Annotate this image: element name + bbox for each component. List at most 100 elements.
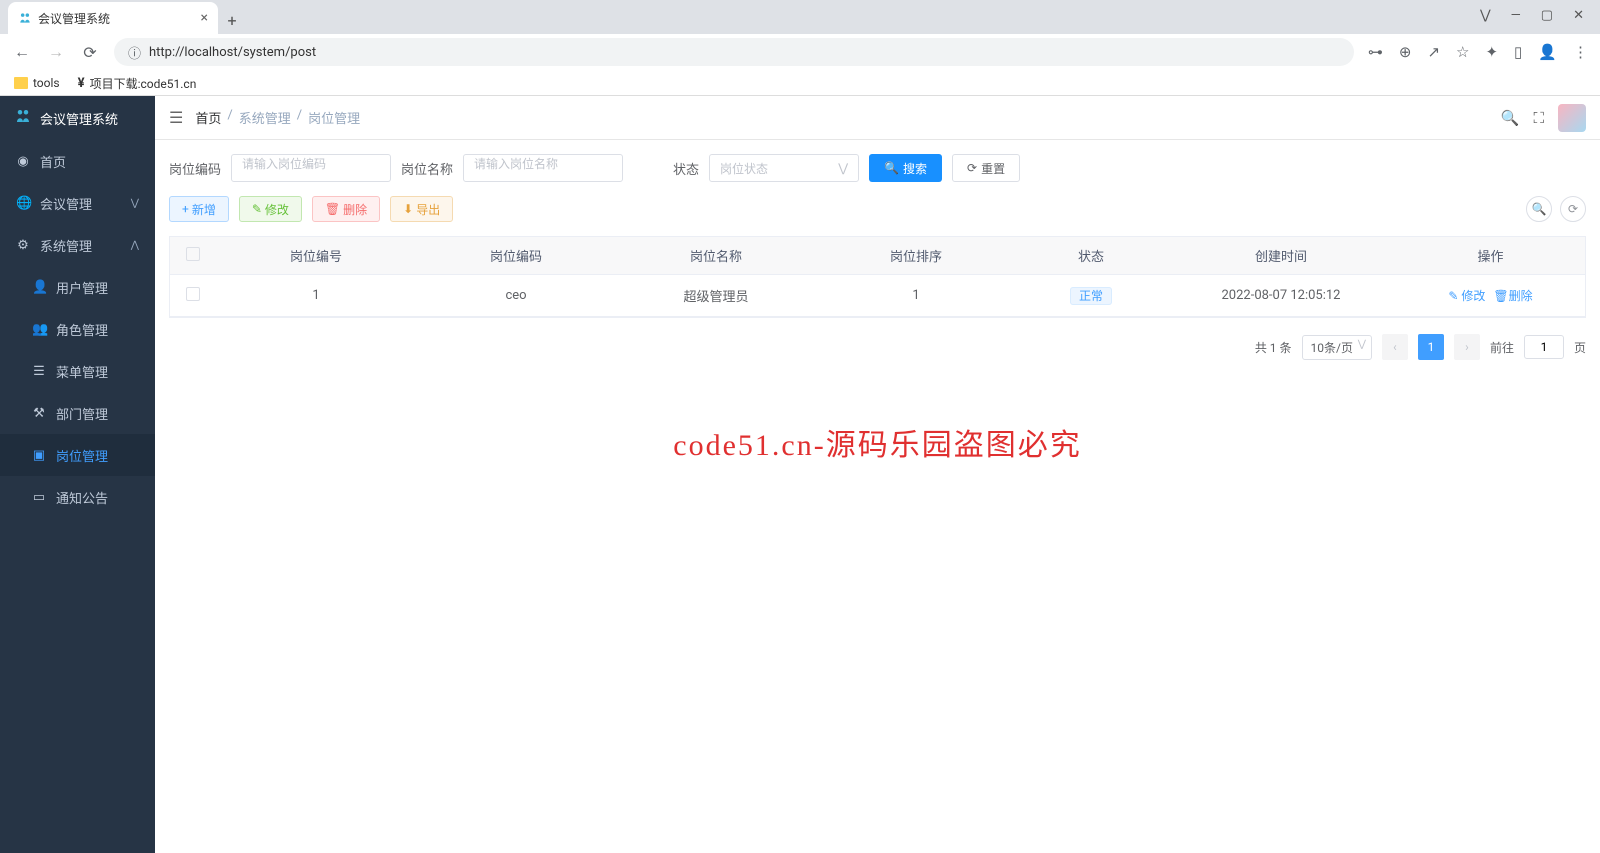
- th-ops: 操作: [1396, 246, 1585, 265]
- globe-icon: 🌐: [16, 196, 30, 211]
- goto-prefix: 前往: [1490, 339, 1514, 356]
- close-tab-icon[interactable]: ×: [201, 10, 208, 26]
- sidebar-item-label: 系统管理: [40, 236, 92, 255]
- fullscreen-icon[interactable]: ⛶: [1533, 109, 1544, 127]
- close-window-icon[interactable]: ✕: [1573, 8, 1584, 23]
- next-page-button[interactable]: ›: [1454, 334, 1480, 360]
- name-input[interactable]: 请输入岗位名称: [463, 154, 623, 182]
- row-delete-button[interactable]: 🗑删除: [1493, 287, 1532, 304]
- code-input[interactable]: 请输入岗位编码: [231, 154, 391, 182]
- pagination: 共 1 条 10条/页 ⋁ ‹ 1 › 前往 页: [169, 318, 1586, 376]
- prev-page-button[interactable]: ‹: [1382, 334, 1408, 360]
- bookmark-label: tools: [33, 76, 60, 90]
- sidebar-header[interactable]: 会议管理系统: [0, 96, 155, 140]
- topbar-actions: 🔍 ⛶: [1501, 104, 1586, 132]
- page-1-button[interactable]: 1: [1418, 334, 1444, 360]
- window-controls: ⋁ ― ▢ ✕: [1464, 0, 1600, 31]
- new-tab-button[interactable]: +: [218, 6, 246, 34]
- total-label: 共 1 条: [1255, 339, 1292, 356]
- refresh-table-button[interactable]: ⟳: [1560, 196, 1586, 222]
- search-form: 岗位编码 请输入岗位编码 岗位名称 请输入岗位名称 状态 岗位状态 ⋁ 🔍 搜索…: [169, 154, 1586, 182]
- sitemap-icon: ⚒: [32, 406, 46, 421]
- site-info-icon[interactable]: ⓘ: [128, 43, 141, 62]
- star-icon[interactable]: ☆: [1456, 43, 1469, 61]
- row-checkbox[interactable]: [186, 287, 200, 301]
- breadcrumb-l1[interactable]: 系统管理: [239, 108, 291, 127]
- name-label: 岗位名称: [401, 159, 453, 178]
- folder-icon: [14, 77, 28, 89]
- sidebar-item-home[interactable]: ◉ 首页: [0, 140, 155, 182]
- pagesize-select[interactable]: 10条/页 ⋁: [1302, 335, 1372, 360]
- collapse-sidebar-icon[interactable]: ☰: [169, 108, 183, 127]
- sidebar-item-depts[interactable]: ⚒ 部门管理: [0, 392, 155, 434]
- breadcrumb: 首页 / 系统管理 / 岗位管理: [195, 108, 360, 127]
- sidebar-item-posts[interactable]: ▣ 岗位管理: [0, 434, 155, 476]
- user-icon: 👤: [32, 280, 46, 295]
- dropdown-icon[interactable]: ⋁: [1480, 8, 1491, 23]
- th-created: 创建时间: [1166, 246, 1396, 265]
- profile-icon[interactable]: 👤: [1538, 43, 1557, 61]
- bookmark-tools[interactable]: tools: [14, 76, 60, 90]
- sidebar-item-menus[interactable]: ☰ 菜单管理: [0, 350, 155, 392]
- url-input[interactable]: ⓘ http://localhost/system/post: [114, 38, 1354, 66]
- message-icon: ▭: [32, 490, 46, 505]
- bookmark-bar: tools ¥ 项目下载:code51.cn: [0, 70, 1600, 96]
- trash-icon: 🗑: [1493, 289, 1508, 303]
- bookmark-code51[interactable]: ¥ 项目下载:code51.cn: [78, 75, 197, 92]
- forward-button[interactable]: →: [46, 42, 66, 62]
- reset-button[interactable]: ⟳ 重置: [952, 154, 1020, 182]
- status-badge: 正常: [1070, 287, 1112, 305]
- sidebar-item-label: 部门管理: [56, 404, 108, 423]
- hide-search-button[interactable]: 🔍: [1526, 196, 1552, 222]
- app-logo-icon: [14, 107, 32, 129]
- delete-button[interactable]: 🗑 删除: [312, 196, 380, 222]
- sidebar-item-label: 通知公告: [56, 488, 108, 507]
- sidebar-item-users[interactable]: 👤 用户管理: [0, 266, 155, 308]
- main-area: ☰ 首页 / 系统管理 / 岗位管理 🔍 ⛶ 岗位编码 请输入岗位编码 岗位名称…: [155, 96, 1600, 853]
- chevron-down-icon: ⋁: [838, 161, 848, 175]
- key-icon[interactable]: ⊶: [1368, 43, 1383, 61]
- cell-name: 超级管理员: [616, 286, 816, 305]
- share-icon[interactable]: ↗: [1427, 43, 1440, 61]
- th-name: 岗位名称: [616, 246, 816, 265]
- export-button[interactable]: ⬇ 导出: [390, 196, 453, 222]
- users-icon: 👥: [32, 322, 46, 337]
- menu-icon[interactable]: ⋮: [1573, 43, 1588, 61]
- trash-icon: 🗑: [325, 202, 340, 216]
- avatar[interactable]: [1558, 104, 1586, 132]
- code-label: 岗位编码: [169, 159, 221, 178]
- topbar: ☰ 首页 / 系统管理 / 岗位管理 🔍 ⛶: [155, 96, 1600, 140]
- url-text: http://localhost/system/post: [149, 45, 316, 60]
- goto-input[interactable]: [1524, 335, 1564, 359]
- watermark-text: code51.cn-源码乐园盗图必究: [673, 420, 1081, 464]
- browser-tab[interactable]: 会议管理系统 ×: [8, 2, 218, 34]
- row-edit-button[interactable]: ✎ 修改: [1448, 287, 1485, 304]
- refresh-icon: ⟳: [967, 161, 977, 175]
- add-button[interactable]: + 新增: [169, 196, 229, 222]
- sidebar-item-system[interactable]: ⚙ 系统管理 ⋀: [0, 224, 155, 266]
- sidebar-item-notice[interactable]: ▭ 通知公告: [0, 476, 155, 518]
- sidebar-item-label: 用户管理: [56, 278, 108, 297]
- search-button[interactable]: 🔍 搜索: [869, 154, 942, 182]
- tab-title: 会议管理系统: [38, 10, 195, 27]
- select-all-checkbox[interactable]: [186, 247, 200, 261]
- search-icon[interactable]: 🔍: [1501, 109, 1520, 127]
- zoom-icon[interactable]: ⊕: [1399, 43, 1412, 61]
- download-icon: ⬇: [403, 202, 413, 216]
- cell-id: 1: [216, 288, 416, 303]
- edit-button[interactable]: ✎ 修改: [239, 196, 302, 222]
- maximize-icon[interactable]: ▢: [1541, 8, 1553, 23]
- reload-button[interactable]: ⟳: [80, 43, 100, 62]
- sidebar-item-meeting[interactable]: 🌐 会议管理 ⋁: [0, 182, 155, 224]
- bookmark-label: 项目下载:code51.cn: [90, 75, 197, 92]
- panel-icon[interactable]: ▯: [1514, 43, 1522, 61]
- back-button[interactable]: ←: [12, 42, 32, 62]
- extensions-icon[interactable]: ✦: [1485, 43, 1498, 61]
- th-sort: 岗位排序: [816, 246, 1016, 265]
- action-toolbar: + 新增 ✎ 修改 🗑 删除 ⬇ 导出 🔍 ⟳: [169, 196, 1586, 222]
- sidebar-item-roles[interactable]: 👥 角色管理: [0, 308, 155, 350]
- breadcrumb-home[interactable]: 首页: [195, 108, 221, 127]
- status-select[interactable]: 岗位状态 ⋁: [709, 154, 859, 182]
- app-name: 会议管理系统: [40, 109, 118, 128]
- minimize-icon[interactable]: ―: [1511, 8, 1521, 23]
